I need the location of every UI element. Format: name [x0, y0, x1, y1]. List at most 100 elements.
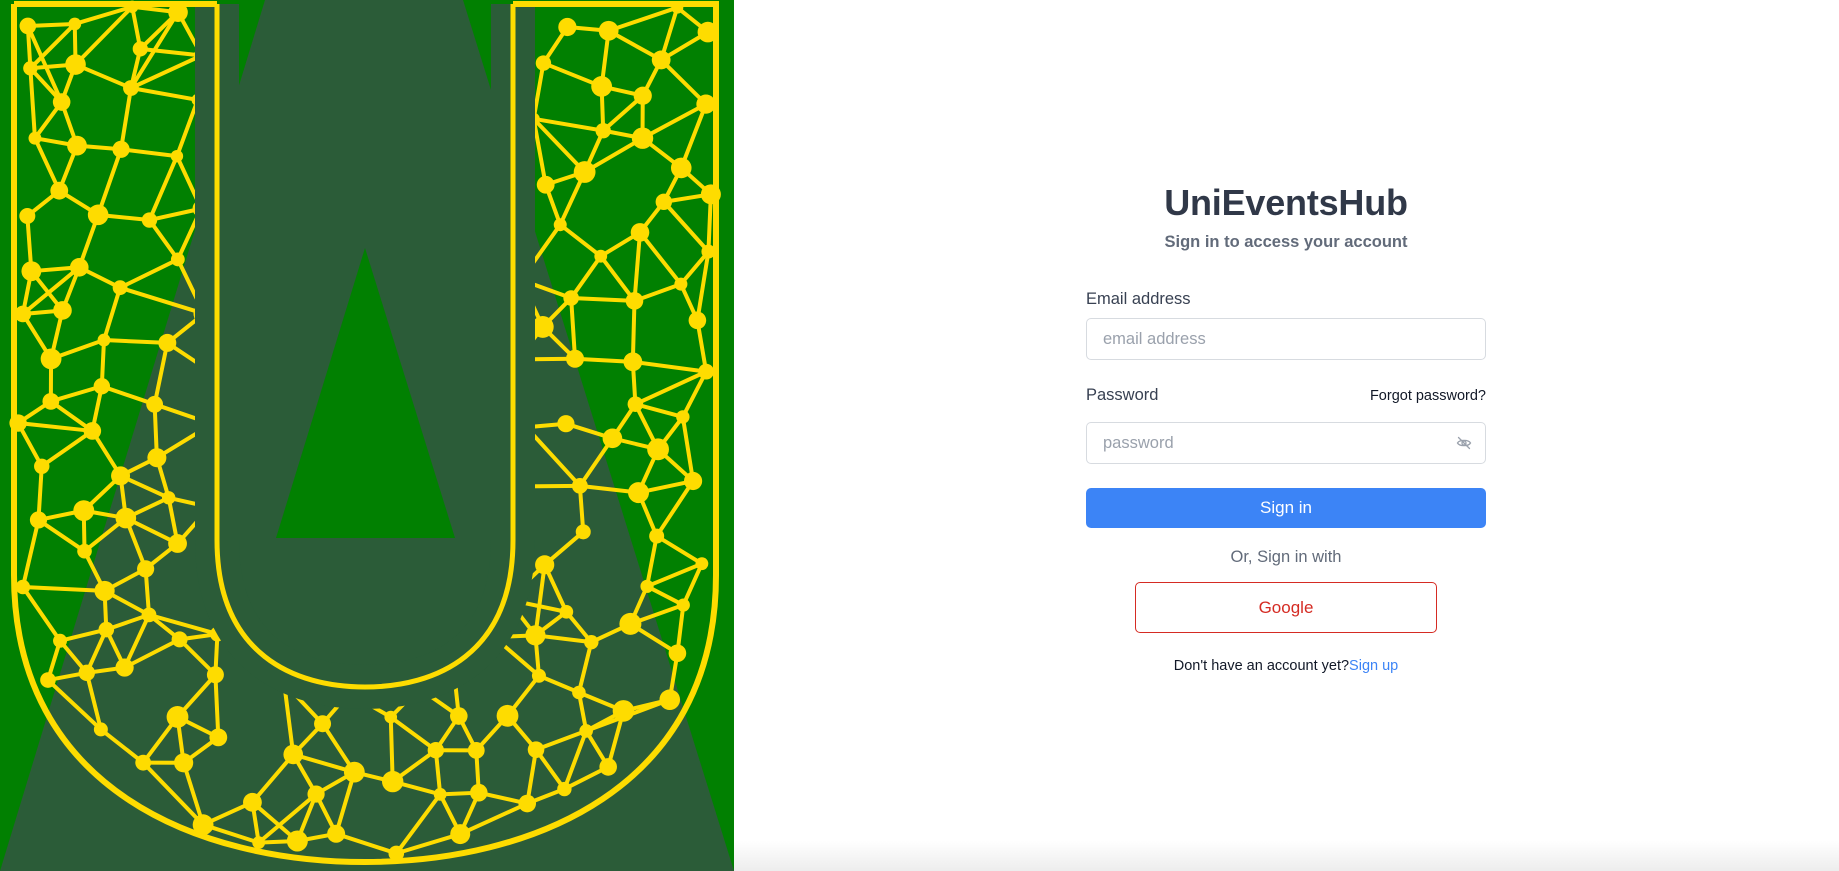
network-node	[599, 758, 617, 776]
network-edge	[20, 517, 41, 590]
network-edge	[661, 199, 711, 254]
login-form: UniEventsHub Sign in to access your acco…	[1086, 170, 1486, 674]
network-node	[146, 395, 164, 413]
network-node	[566, 349, 585, 368]
network-edge	[101, 285, 123, 343]
network-node	[53, 633, 68, 648]
network-node	[623, 352, 643, 372]
network-node	[98, 621, 115, 638]
network-node	[28, 131, 42, 145]
network-node	[158, 333, 177, 352]
network-node	[557, 415, 575, 433]
network-node	[535, 555, 555, 575]
network-edge	[28, 66, 37, 141]
network-node	[655, 193, 672, 211]
network-node	[557, 781, 572, 797]
network-node	[112, 280, 128, 296]
network-node	[631, 127, 654, 149]
network-node	[575, 524, 591, 540]
network-node	[206, 666, 224, 684]
network-node	[21, 261, 42, 282]
email-label: Email address	[1086, 290, 1191, 309]
network-node	[50, 181, 69, 200]
network-node	[688, 311, 707, 330]
network-node	[137, 560, 155, 578]
network-node	[553, 218, 567, 232]
network-edge	[96, 147, 124, 217]
network-node	[558, 17, 577, 37]
network-node	[518, 794, 537, 813]
network-edge	[101, 338, 170, 345]
network-edge	[645, 534, 659, 589]
google-sign-in-button[interactable]: Google	[1135, 582, 1437, 634]
network-node	[649, 528, 665, 544]
network-node	[14, 305, 32, 323]
network-node	[307, 785, 325, 803]
password-field-wrapper	[1086, 422, 1486, 465]
network-node	[676, 598, 690, 612]
network-edge	[531, 61, 546, 121]
network-node	[627, 396, 644, 412]
network-node	[77, 543, 92, 559]
network-node	[467, 741, 485, 759]
network-node	[170, 252, 185, 267]
network-edge	[174, 97, 200, 159]
network-node	[78, 664, 95, 682]
network-node	[94, 580, 115, 602]
network-node	[73, 500, 95, 522]
network-node	[628, 482, 650, 504]
network-node	[52, 93, 71, 111]
network-node	[42, 392, 60, 410]
sign-in-button[interactable]: Sign in	[1086, 488, 1486, 529]
network-node	[571, 477, 588, 494]
network-node	[34, 458, 50, 474]
login-subtitle: Sign in to access your account	[1164, 233, 1408, 252]
password-label: Password	[1086, 386, 1159, 405]
network-node	[598, 20, 619, 41]
network-node	[563, 290, 579, 306]
password-field[interactable]	[1086, 422, 1486, 465]
network-node	[283, 744, 304, 765]
bottom-shade	[734, 841, 1839, 871]
network-node	[166, 706, 189, 728]
hero-illustration	[0, 0, 734, 871]
network-node	[381, 770, 404, 793]
network-node	[112, 140, 130, 158]
email-field[interactable]	[1086, 318, 1486, 361]
eye-off-icon[interactable]	[1456, 435, 1472, 451]
network-node	[584, 634, 599, 650]
network-node	[171, 631, 188, 648]
network-node	[433, 787, 447, 801]
network-node	[83, 422, 102, 440]
network-node	[536, 175, 555, 194]
forgot-password-link[interactable]: Forgot password?	[1370, 388, 1486, 404]
network-node	[93, 722, 108, 737]
network-edge	[558, 222, 603, 259]
network-node	[695, 557, 709, 571]
network-node	[595, 122, 611, 139]
network-node	[174, 753, 194, 773]
network-node	[115, 658, 134, 677]
network-node	[384, 710, 398, 724]
network-node	[572, 685, 586, 700]
sign-up-link[interactable]: Sign up	[1349, 658, 1398, 674]
no-account-text: Don't have an account yet?	[1173, 658, 1350, 675]
network-node	[531, 668, 546, 683]
network-node	[531, 316, 554, 338]
network-node	[659, 689, 681, 711]
network-node	[65, 54, 86, 75]
network-node	[527, 741, 545, 758]
network-node	[141, 607, 157, 623]
network-node	[132, 41, 148, 57]
network-edge	[632, 230, 642, 303]
network-node	[69, 258, 89, 277]
network-node	[168, 534, 187, 553]
network-node	[525, 625, 546, 646]
network-node	[496, 704, 519, 727]
network-node	[674, 277, 688, 291]
network-node	[670, 157, 692, 179]
network-node	[123, 80, 139, 96]
network-node	[141, 212, 158, 228]
network-node	[29, 511, 48, 529]
network-edge	[654, 534, 704, 566]
